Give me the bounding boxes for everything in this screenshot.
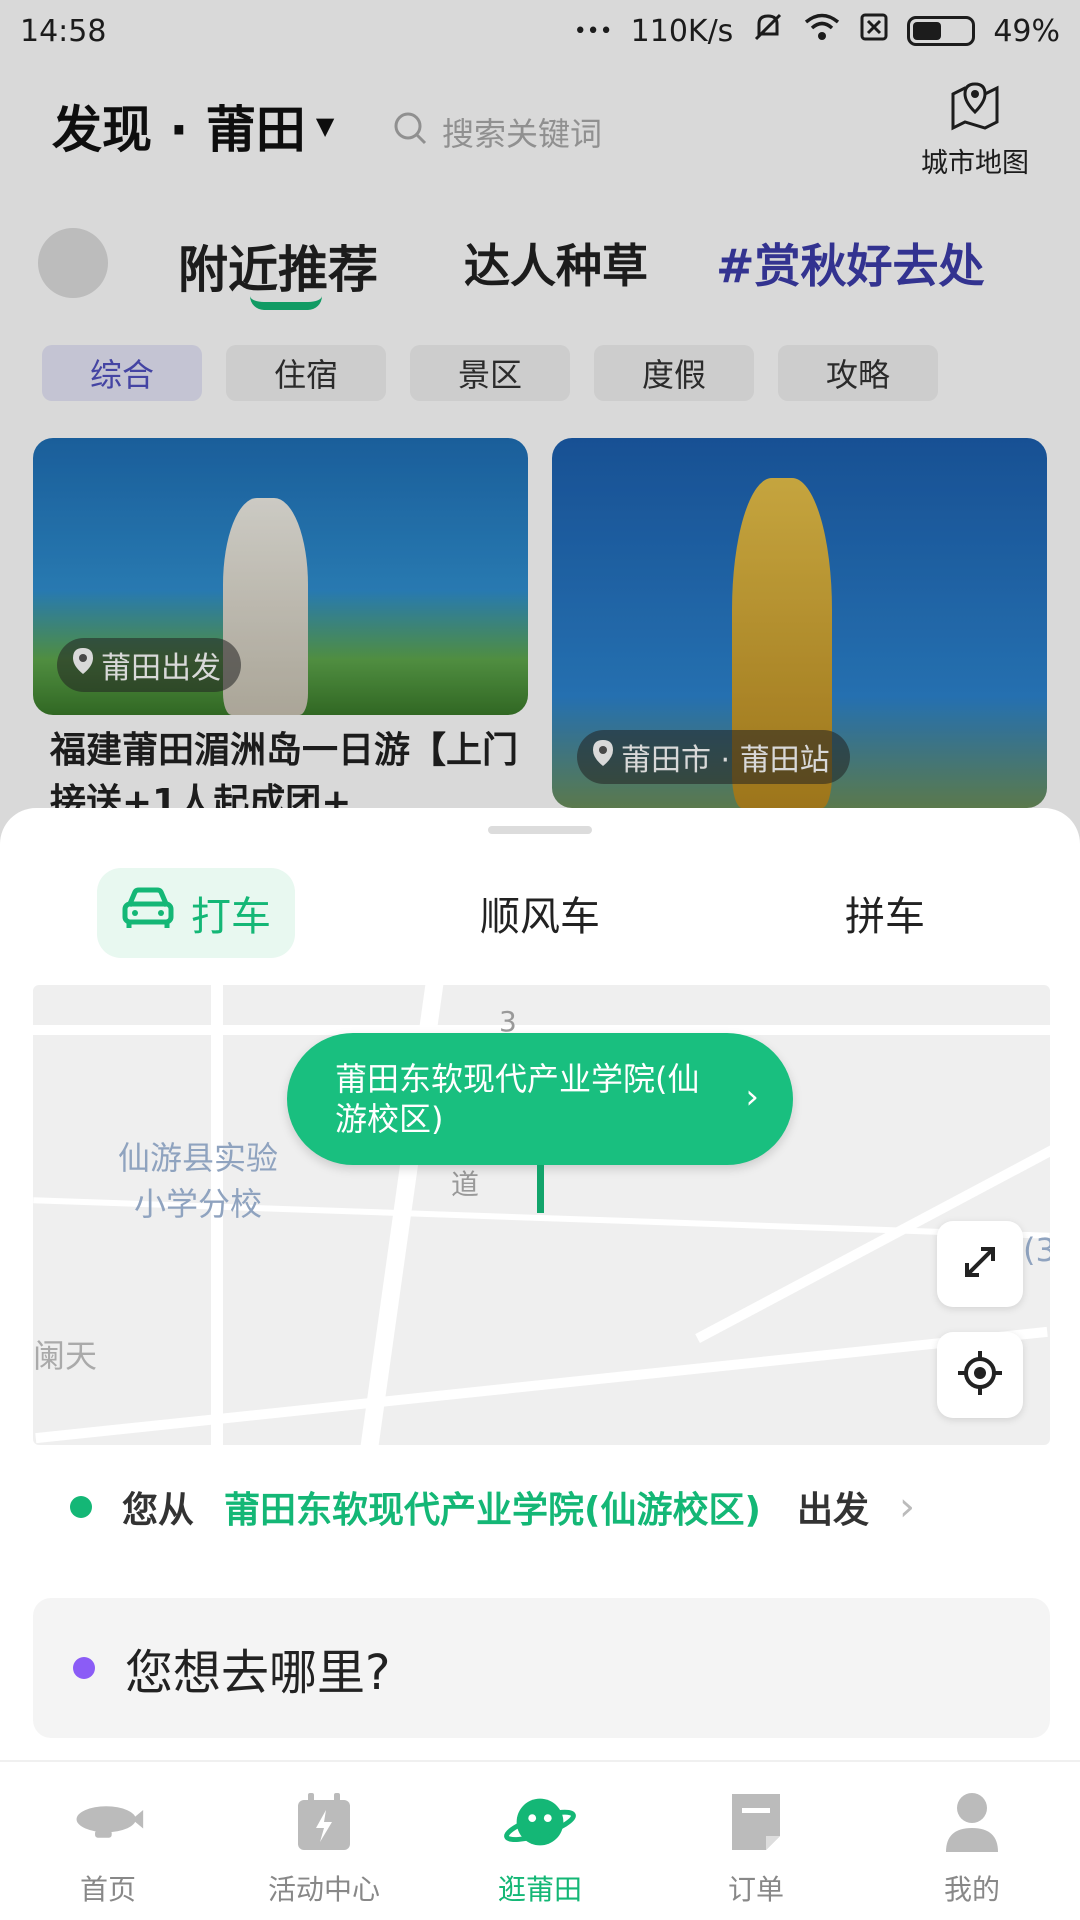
locate-icon [956, 1349, 1004, 1401]
nav-activity[interactable]: 活动中心 [216, 1762, 432, 1920]
nav-activity-label: 活动中心 [267, 1873, 380, 1906]
expand-icon [955, 1237, 1005, 1291]
order-doc-icon [719, 1790, 793, 1854]
bottom-nav: 首页 活动中心 逛莆田 订单 我的 [0, 1760, 1080, 1920]
calendar-flash-icon [287, 1790, 361, 1854]
ride-bottom-sheet: 打车 顺风车 拼车 3 道 仙游县实验 小学分校 阑天 (3 莆田东软现代产业学… [0, 808, 1080, 1920]
destination-input[interactable]: 您想去哪里? [33, 1598, 1050, 1738]
tab-carpool[interactable]: 拼车 [800, 868, 970, 958]
pickup-suffix: 出发 [796, 1490, 869, 1531]
nav-profile-label: 我的 [943, 1873, 1000, 1906]
nav-explore[interactable]: 逛莆田 [432, 1762, 648, 1920]
tab-taxi[interactable]: 打车 [97, 868, 295, 958]
map-pin-stick [537, 1165, 544, 1213]
nav-orders[interactable]: 订单 [648, 1762, 864, 1920]
tab-taxi-label: 打车 [191, 894, 271, 940]
chevron-right-icon: › [898, 1484, 915, 1530]
nav-orders-label: 订单 [727, 1873, 784, 1906]
sheet-drag-handle[interactable] [488, 826, 592, 834]
locate-me-button[interactable] [937, 1332, 1023, 1418]
map-road-char: 道 [451, 1168, 480, 1201]
map-poi-school: 仙游县实验 小学分校 [117, 1139, 278, 1223]
nav-home[interactable]: 首页 [0, 1762, 216, 1920]
nav-home-label: 首页 [79, 1873, 136, 1906]
pickup-location-bubble[interactable]: 莆田东软现代产业学院(仙游校区) › [287, 1033, 793, 1165]
pickup-map[interactable]: 3 道 仙游县实验 小学分校 阑天 (3 莆田东软现代产业学院(仙游校区) › [33, 985, 1050, 1445]
planet-face-icon [503, 1790, 577, 1854]
pickup-row[interactable]: 您从 莆田东软现代产业学院(仙游校区) 出发 › [70, 1472, 1010, 1542]
map-poi-bottom-left: 阑天 [33, 1337, 98, 1375]
ride-type-tabs: 打车 顺风车 拼车 [0, 868, 1080, 968]
car-icon [121, 886, 175, 940]
nav-explore-label: 逛莆田 [497, 1873, 582, 1906]
person-icon [935, 1790, 1009, 1854]
pickup-prefix: 您从 [122, 1490, 195, 1531]
pickup-dot [70, 1496, 92, 1518]
blimp-icon [71, 1790, 145, 1854]
pickup-bubble-text: 莆田东软现代产业学院(仙游校区) [335, 1060, 700, 1138]
pickup-place: 莆田东软现代产业学院(仙游校区) [224, 1490, 761, 1531]
nav-profile[interactable]: 我的 [864, 1762, 1080, 1920]
map-poi-right-edge: (3 [1023, 1231, 1050, 1269]
tab-hitch[interactable]: 顺风车 [440, 868, 640, 958]
chevron-right-icon: › [745, 1077, 759, 1117]
expand-map-button[interactable] [937, 1221, 1023, 1307]
destination-placeholder: 您想去哪里? [125, 1645, 391, 1701]
destination-dot [73, 1657, 95, 1679]
map-road [35, 1326, 1048, 1444]
